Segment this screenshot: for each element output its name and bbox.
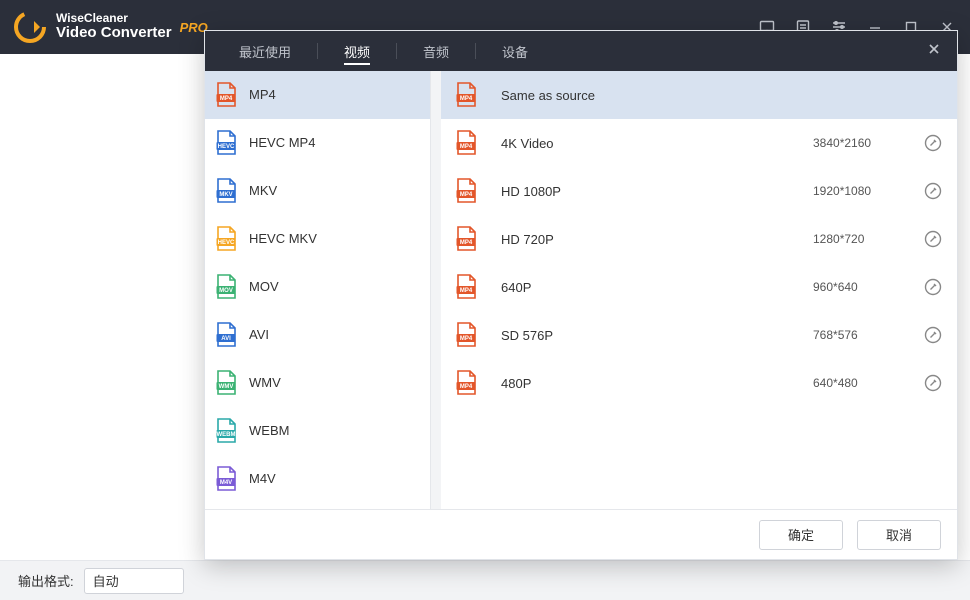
format-label: HEVC MKV [249,231,317,246]
panel-close-icon[interactable] [927,42,941,61]
svg-text:MP4: MP4 [460,384,473,390]
format-label: WEBM [249,423,289,438]
file-type-icon: MP4 [455,178,477,204]
edit-icon[interactable] [923,229,943,249]
tab-recent[interactable]: 最近使用 [225,31,305,71]
panel-footer: 确定 取消 [205,509,957,559]
panel-body: MP4 MP4 HEVC HEVC MP4 MKV MKV HEVC HEVC … [205,71,957,509]
svg-text:MP4: MP4 [460,192,473,198]
tab-audio[interactable]: 音频 [409,31,463,71]
statusbar: 输出格式: 自动 [0,560,970,600]
resolution-dimensions: 1280*720 [813,232,923,246]
resolution-name: 480P [501,376,813,391]
svg-text:MP4: MP4 [460,288,473,294]
tab-separator [317,43,318,59]
resolution-item[interactable]: MP4 HD 1080P 1920*1080 [441,167,957,215]
format-item[interactable]: HEVC HEVC MP4 [205,119,430,167]
resolution-name: HD 720P [501,232,813,247]
edit-icon[interactable] [923,325,943,345]
svg-text:M4V: M4V [220,480,232,486]
file-type-icon: MP4 [455,82,477,108]
format-label: HEVC MP4 [249,135,315,150]
format-item[interactable]: MOV MOV [205,263,430,311]
panel-tabbar: 最近使用 视频 音频 设备 [205,31,957,71]
edit-icon[interactable] [923,181,943,201]
format-panel: 最近使用 视频 音频 设备 MP4 MP4 HEVC HEVC MP4 MKV … [204,30,958,560]
resolution-item[interactable]: MP4 Same as source [441,71,957,119]
format-item[interactable]: AVI AVI [205,311,430,359]
file-type-icon: WMV [215,370,237,396]
file-type-icon: MP4 [455,322,477,348]
tab-separator [475,43,476,59]
resolution-dimensions: 3840*2160 [813,136,923,150]
resolution-name: HD 1080P [501,184,813,199]
edit-icon[interactable] [923,373,943,393]
brand-bottom: Video Converter [56,25,172,42]
file-type-icon: AVI [215,322,237,348]
resolution-item[interactable]: MP4 480P 640*480 [441,359,957,407]
resolution-name: Same as source [501,88,813,103]
file-type-icon: MKV [215,178,237,204]
svg-text:MOV: MOV [219,288,233,294]
format-list[interactable]: MP4 MP4 HEVC HEVC MP4 MKV MKV HEVC HEVC … [205,71,431,509]
format-label: MKV [249,183,277,198]
file-type-icon: WEBM [215,418,237,444]
file-type-icon: HEVC [215,130,237,156]
resolution-item[interactable]: MP4 640P 960*640 [441,263,957,311]
file-type-icon: MP4 [455,130,477,156]
format-item[interactable]: HEVC HEVC MKV [205,215,430,263]
tab-video[interactable]: 视频 [330,31,384,71]
svg-text:MP4: MP4 [460,336,473,342]
svg-text:HEVC: HEVC [218,240,235,246]
edit-icon[interactable] [923,277,943,297]
output-format-select[interactable]: 自动 [84,568,184,594]
resolution-name: SD 576P [501,328,813,343]
resolution-dimensions: 768*576 [813,328,923,342]
format-item[interactable]: WMV WMV [205,359,430,407]
format-item[interactable]: MP4 MP4 [205,71,430,119]
file-type-icon: MP4 [455,274,477,300]
tab-separator [396,43,397,59]
file-type-icon: M4V [215,466,237,492]
format-item[interactable]: M4V M4V [205,455,430,503]
svg-text:WMV: WMV [219,384,234,390]
resolution-name: 640P [501,280,813,295]
svg-text:MKV: MKV [219,192,232,198]
resolution-list: MP4 Same as source MP4 4K Video 3840*216… [441,71,957,509]
cancel-button[interactable]: 取消 [857,520,941,550]
resolution-item[interactable]: MP4 HD 720P 1280*720 [441,215,957,263]
file-type-icon: MP4 [455,370,477,396]
svg-text:MP4: MP4 [220,96,233,102]
tab-device[interactable]: 设备 [488,31,542,71]
resolution-dimensions: 960*640 [813,280,923,294]
brand: WiseCleaner Video Converter [56,12,172,42]
svg-text:WEBM: WEBM [217,432,236,438]
svg-text:MP4: MP4 [460,240,473,246]
edit-icon[interactable] [923,133,943,153]
file-type-icon: MP4 [215,82,237,108]
resolution-dimensions: 640*480 [813,376,923,390]
svg-text:MP4: MP4 [460,144,473,150]
app-logo-icon [14,11,46,43]
format-label: WMV [249,375,281,390]
ok-button[interactable]: 确定 [759,520,843,550]
format-item[interactable]: WEBM WEBM [205,407,430,455]
format-label: AVI [249,327,269,342]
resolution-name: 4K Video [501,136,813,151]
output-format-label: 输出格式: [18,571,74,590]
format-label: M4V [249,471,276,486]
file-type-icon: MOV [215,274,237,300]
svg-text:AVI: AVI [221,336,231,342]
output-format-value: 自动 [93,574,119,589]
format-item[interactable]: MKV MKV [205,167,430,215]
resolution-item[interactable]: MP4 4K Video 3840*2160 [441,119,957,167]
file-type-icon: MP4 [455,226,477,252]
format-label: MP4 [249,87,276,102]
svg-text:HEVC: HEVC [218,144,235,150]
format-label: MOV [249,279,279,294]
file-type-icon: HEVC [215,226,237,252]
svg-text:MP4: MP4 [460,96,473,102]
resolution-dimensions: 1920*1080 [813,184,923,198]
resolution-item[interactable]: MP4 SD 576P 768*576 [441,311,957,359]
